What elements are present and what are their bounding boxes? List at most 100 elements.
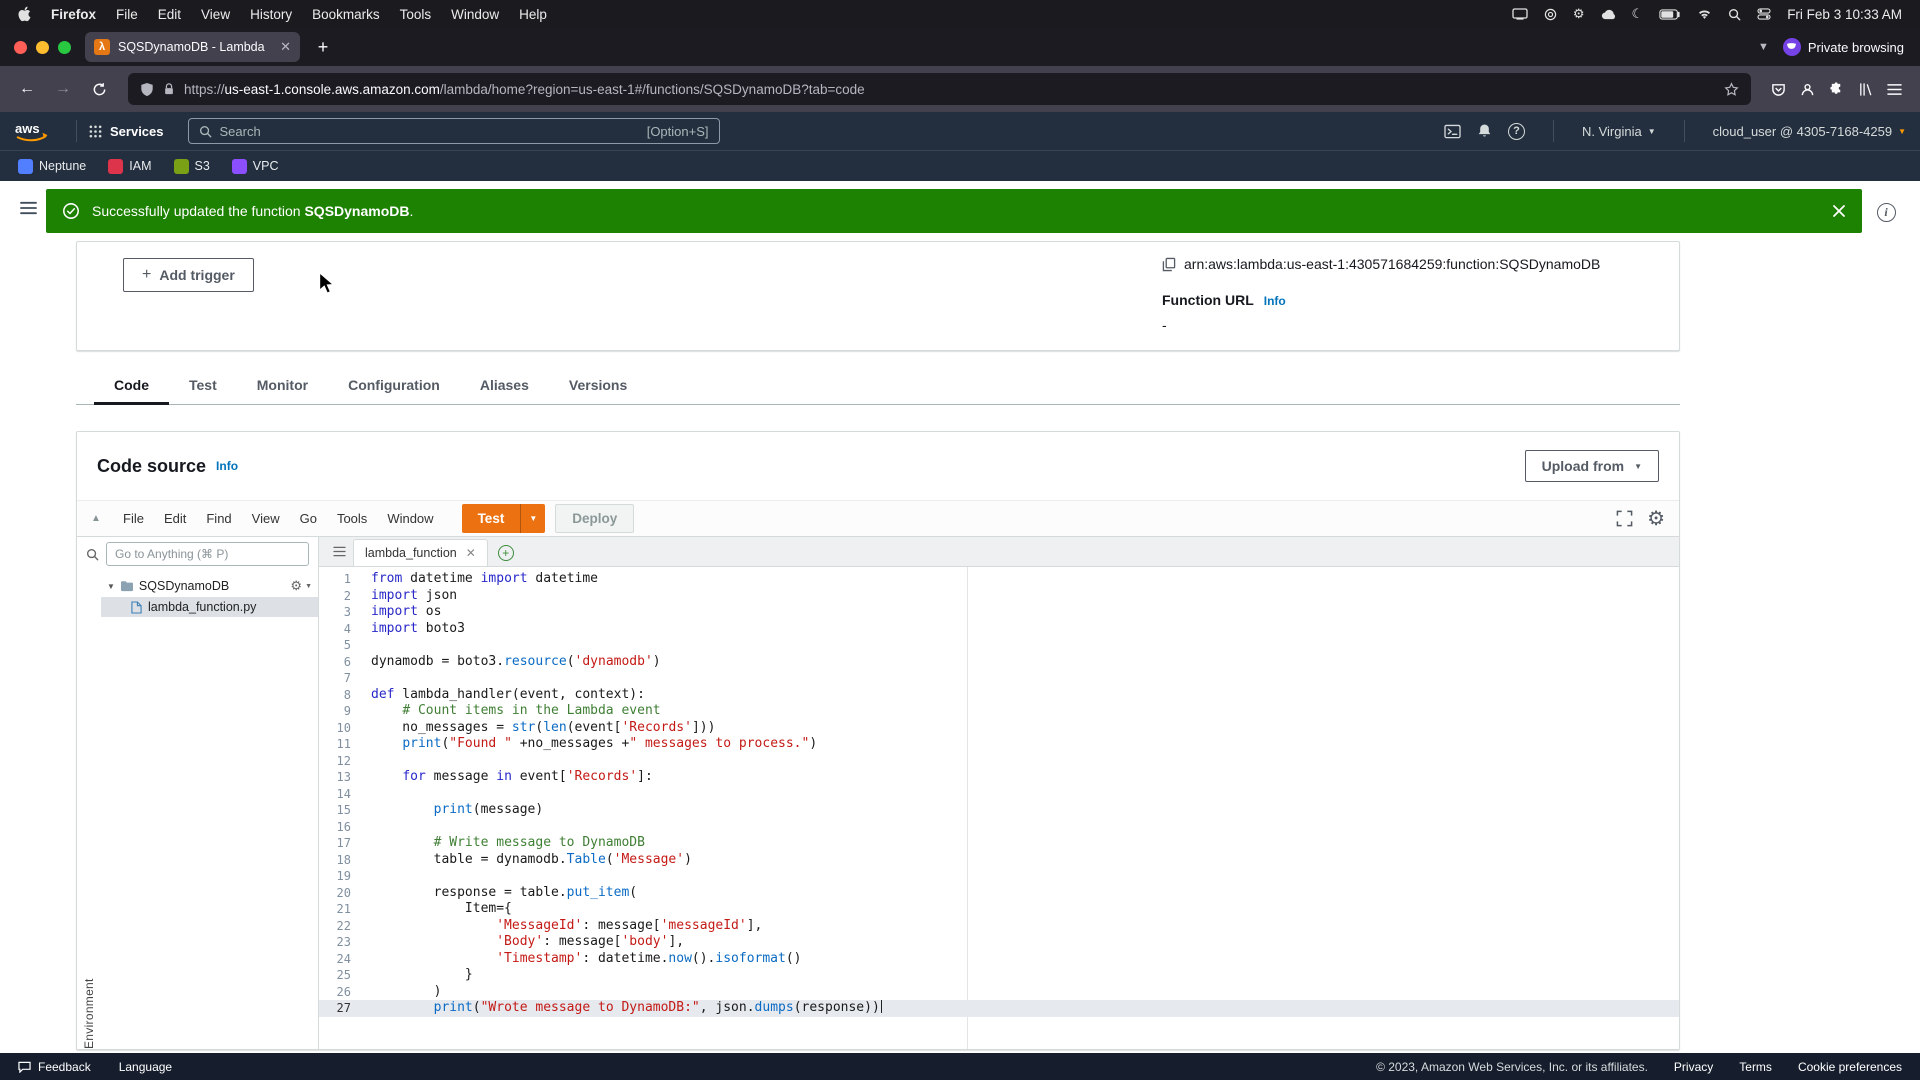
notifications-bell-icon[interactable] (1477, 123, 1492, 139)
account-menu[interactable]: cloud_user @ 4305-7168-4259▼ (1713, 124, 1906, 139)
code-line[interactable]: 5 (319, 637, 1679, 654)
editor-menu-view[interactable]: View (242, 511, 290, 526)
macos-menu-firefox[interactable]: Firefox (51, 7, 96, 22)
menu-bar-clock[interactable]: Fri Feb 3 10:33 AM (1787, 7, 1902, 22)
editor-menu-window[interactable]: Window (377, 511, 443, 526)
services-menu-button[interactable]: Services (89, 124, 164, 139)
code-line[interactable]: 1from datetime import datetime (319, 571, 1679, 588)
help-icon[interactable]: ? (1508, 123, 1525, 140)
favorite-neptune[interactable]: Neptune (18, 159, 86, 174)
fullscreen-icon[interactable] (1616, 510, 1633, 527)
pocket-icon[interactable] (1771, 82, 1786, 97)
bookmark-star-icon[interactable] (1724, 82, 1739, 97)
tracking-shield-icon[interactable] (140, 82, 154, 97)
url-text[interactable]: https://us-east-1.console.aws.amazon.com… (184, 82, 1715, 97)
browser-sync-icon[interactable] (1544, 8, 1557, 21)
aws-logo[interactable]: aws (14, 120, 50, 143)
code-line[interactable]: 2import json (319, 588, 1679, 605)
function-arn[interactable]: arn:aws:lambda:us-east-1:430571684259:fu… (1184, 256, 1600, 272)
spotlight-icon[interactable] (1728, 8, 1741, 21)
banner-close-icon[interactable] (1832, 204, 1846, 218)
copy-arn-icon[interactable] (1162, 257, 1176, 272)
code-line[interactable]: 26 ) (319, 984, 1679, 1001)
code-line[interactable]: 17 # Write message to DynamoDB (319, 835, 1679, 852)
code-line[interactable]: 7 (319, 670, 1679, 687)
tab-test[interactable]: Test (169, 367, 237, 404)
disclosure-triangle-icon[interactable]: ▼ (107, 582, 115, 591)
tab-monitor[interactable]: Monitor (237, 367, 328, 404)
new-tab-button[interactable]: + (310, 37, 336, 58)
macos-menu-help[interactable]: Help (519, 7, 547, 22)
code-line[interactable]: 23 'Body': message['body'], (319, 934, 1679, 951)
tab-aliases[interactable]: Aliases (460, 367, 549, 404)
function-url-info-link[interactable]: Info (1264, 294, 1286, 308)
editor-menu-go[interactable]: Go (290, 511, 327, 526)
extensions-icon[interactable] (1829, 82, 1844, 97)
environment-tab[interactable]: Environment (77, 571, 101, 1049)
tree-file-row[interactable]: lambda_function.py (101, 597, 318, 617)
tab-versions[interactable]: Versions (549, 367, 647, 404)
code-line[interactable]: 4import boto3 (319, 621, 1679, 638)
editor-menu-file[interactable]: File (113, 511, 154, 526)
add-trigger-button[interactable]: + Add trigger (123, 258, 254, 292)
macos-menu-history[interactable]: History (250, 7, 292, 22)
forward-button[interactable]: → (48, 74, 78, 104)
tab-close-icon[interactable]: ✕ (280, 39, 291, 55)
editor-tab-close-icon[interactable]: ✕ (466, 546, 476, 560)
cloudshell-icon[interactable] (1444, 124, 1461, 139)
url-bar[interactable]: https://us-east-1.console.aws.amazon.com… (128, 73, 1751, 105)
language-button[interactable]: Language (119, 1060, 172, 1074)
collapse-editor-icon[interactable]: ▲ (91, 513, 113, 524)
do-not-disturb-icon[interactable]: ☾ (1632, 6, 1644, 22)
code-line[interactable]: 27 print("Wrote message to DynamoDB:", j… (319, 1000, 1679, 1017)
tab-code[interactable]: Code (94, 367, 169, 404)
upload-from-button[interactable]: Upload from ▼ (1525, 450, 1659, 482)
tree-folder-row[interactable]: ▼ SQSDynamoDB ⚙▼ (101, 575, 318, 597)
test-dropdown-icon[interactable]: ▼ (520, 504, 545, 533)
minimize-window-button[interactable] (36, 41, 49, 54)
tab-list-icon[interactable] (325, 537, 353, 566)
code-line[interactable]: 13 for message in event['Records']: (319, 769, 1679, 786)
feedback-button[interactable]: Feedback (18, 1060, 91, 1074)
macos-menu-bookmarks[interactable]: Bookmarks (312, 7, 380, 22)
favorite-iam[interactable]: IAM (108, 159, 151, 174)
code-line[interactable]: 15 print(message) (319, 802, 1679, 819)
macos-menu-tools[interactable]: Tools (400, 7, 432, 22)
macos-menu-edit[interactable]: Edit (158, 7, 181, 22)
control-center-icon[interactable] (1757, 8, 1771, 20)
zoom-window-button[interactable] (58, 41, 71, 54)
code-line[interactable]: 10 no_messages = str(len(event['Records'… (319, 720, 1679, 737)
editor-menu-edit[interactable]: Edit (154, 511, 196, 526)
code-line[interactable]: 9 # Count items in the Lambda event (319, 703, 1679, 720)
help-panel-toggle[interactable]: i (1862, 189, 1910, 222)
footer-link-terms[interactable]: Terms (1739, 1060, 1772, 1074)
code-line[interactable]: 18 table = dynamodb.Table('Message') (319, 852, 1679, 869)
code-line[interactable]: 8def lambda_handler(event, context): (319, 687, 1679, 704)
new-editor-tab-icon[interactable]: + (498, 545, 514, 561)
editor-menu-tools[interactable]: Tools (327, 511, 377, 526)
weather-icon[interactable] (1601, 9, 1616, 20)
code-editor[interactable]: 1from datetime import datetime2import js… (319, 567, 1679, 1049)
apple-icon[interactable] (18, 6, 31, 22)
lock-icon[interactable] (163, 82, 175, 96)
code-line[interactable]: 6dynamodb = boto3.resource('dynamodb') (319, 654, 1679, 671)
code-line[interactable]: 12 (319, 753, 1679, 770)
region-selector[interactable]: N. Virginia▼ (1582, 124, 1656, 139)
editor-tab-lambda-function[interactable]: lambda_function ✕ (353, 539, 488, 566)
close-window-button[interactable] (14, 41, 27, 54)
sidebar-hamburger-icon[interactable] (10, 189, 46, 215)
goto-search-icon[interactable] (86, 548, 99, 561)
reload-button[interactable] (84, 74, 114, 104)
goto-anything-input[interactable] (106, 542, 309, 566)
code-line[interactable]: 19 (319, 868, 1679, 885)
code-line[interactable]: 16 (319, 819, 1679, 836)
macos-menu-file[interactable]: File (116, 7, 138, 22)
code-line[interactable]: 22 'MessageId': message['messageId'], (319, 918, 1679, 935)
favorite-vpc[interactable]: VPC (232, 159, 279, 174)
tab-configuration[interactable]: Configuration (328, 367, 460, 404)
deploy-button[interactable]: Deploy (555, 504, 634, 533)
footer-link-cookie-preferences[interactable]: Cookie preferences (1798, 1060, 1902, 1074)
code-line[interactable]: 21 Item={ (319, 901, 1679, 918)
footer-link-privacy[interactable]: Privacy (1674, 1060, 1713, 1074)
code-line[interactable]: 3import os (319, 604, 1679, 621)
